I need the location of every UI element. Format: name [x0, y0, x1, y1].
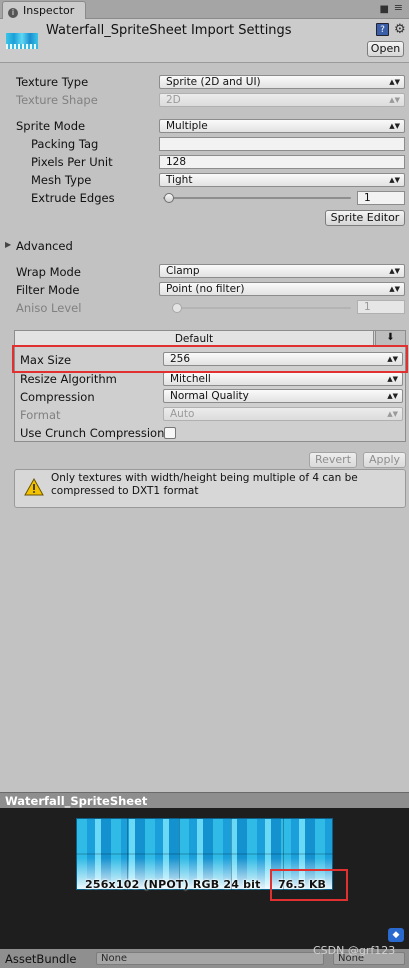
- sprite-mode-label: Sprite Mode: [16, 119, 86, 133]
- help-icon[interactable]: ?: [376, 23, 389, 36]
- menu-icon[interactable]: ≡: [394, 2, 403, 13]
- sprite-mode-value: Multiple: [166, 120, 208, 132]
- dropdown-arrow-icon: ▲▼: [387, 410, 398, 418]
- texture-thumbnail: [6, 33, 38, 49]
- sprite-mode-dropdown[interactable]: Multiple ▲▼: [159, 119, 405, 133]
- texture-shape-dropdown: 2D ▲▼: [159, 93, 405, 107]
- tag-icon[interactable]: ◆: [388, 928, 404, 942]
- wrap-mode-value: Clamp: [166, 265, 200, 277]
- format-dropdown: Auto ▲▼: [163, 407, 403, 421]
- warning-icon: [24, 478, 44, 496]
- dropdown-arrow-icon: ▲▼: [389, 285, 400, 293]
- dropdown-arrow-icon: ▲▼: [389, 176, 400, 184]
- use-crunch-checkbox[interactable]: [164, 427, 176, 439]
- advanced-foldout[interactable]: Advanced: [16, 239, 73, 253]
- aniso-level-field: 1: [357, 300, 405, 314]
- extrude-edges-slider-handle[interactable]: [164, 193, 174, 203]
- pixels-per-unit-label: Pixels Per Unit: [31, 155, 113, 169]
- extrude-edges-label: Extrude Edges: [31, 191, 115, 205]
- asset-bundle-name-value: None: [101, 953, 128, 964]
- download-icon[interactable]: ⬇: [375, 330, 406, 346]
- max-size-highlight: [12, 345, 408, 373]
- packing-tag-field[interactable]: [159, 137, 405, 151]
- texture-type-value: Sprite (2D and UI): [166, 76, 261, 88]
- aniso-level-label: Aniso Level: [16, 301, 82, 315]
- resize-algorithm-dropdown[interactable]: Mitchell ▲▼: [163, 372, 403, 386]
- resize-algorithm-label: Resize Algorithm: [20, 372, 117, 386]
- gear-icon[interactable]: ⚙: [394, 22, 406, 37]
- revert-button[interactable]: Revert: [309, 452, 357, 468]
- open-button[interactable]: Open: [367, 41, 404, 57]
- aniso-level-slider-handle: [172, 303, 182, 313]
- asset-bundle-name-dropdown[interactable]: None: [96, 952, 324, 965]
- compression-value: Normal Quality: [170, 390, 249, 402]
- info-icon: i: [8, 8, 18, 18]
- preview-title[interactable]: Waterfall_SpriteSheet: [0, 792, 409, 808]
- compression-dropdown[interactable]: Normal Quality ▲▼: [163, 389, 403, 403]
- texture-shape-label: Texture Shape: [16, 93, 98, 107]
- mesh-type-label: Mesh Type: [31, 173, 92, 187]
- wrap-mode-dropdown[interactable]: Clamp ▲▼: [159, 264, 405, 278]
- dropdown-arrow-icon: ▲▼: [387, 392, 398, 400]
- mesh-type-dropdown[interactable]: Tight ▲▼: [159, 173, 405, 187]
- dropdown-arrow-icon: ▲▼: [389, 96, 400, 104]
- inspector-tab-label: Inspector: [23, 4, 75, 17]
- apply-button[interactable]: Apply: [363, 452, 406, 468]
- dropdown-arrow-icon: ▲▼: [389, 267, 400, 275]
- format-value: Auto: [170, 408, 195, 420]
- preview-info-text: 256x102 (NPOT) RGB 24 bit: [85, 878, 261, 891]
- tab-default-platform[interactable]: Default: [14, 330, 374, 346]
- sprite-editor-button[interactable]: Sprite Editor: [325, 210, 405, 226]
- texture-shape-value: 2D: [166, 94, 181, 106]
- texture-type-label: Texture Type: [16, 75, 89, 89]
- dropdown-arrow-icon: ▲▼: [389, 78, 400, 86]
- asset-bundle-label: AssetBundle: [5, 952, 77, 966]
- extrude-edges-slider-track[interactable]: [163, 197, 351, 199]
- warning-text: Only textures with width/height being mu…: [51, 472, 358, 497]
- mesh-type-value: Tight: [166, 174, 193, 186]
- filter-mode-value: Point (no filter): [166, 283, 245, 295]
- inspector-tab[interactable]: i Inspector: [2, 1, 86, 19]
- file-size-highlight: [270, 869, 348, 901]
- pixels-per-unit-field[interactable]: 128: [159, 155, 405, 169]
- foldout-arrow-icon[interactable]: ▶: [5, 240, 11, 249]
- compression-label: Compression: [20, 390, 95, 404]
- extrude-edges-field[interactable]: 1: [357, 191, 405, 205]
- filter-mode-label: Filter Mode: [16, 283, 80, 297]
- format-label: Format: [20, 408, 61, 422]
- filter-mode-dropdown[interactable]: Point (no filter) ▲▼: [159, 282, 405, 296]
- aniso-level-slider-track: [173, 307, 351, 309]
- lock-icon[interactable]: ■: [380, 4, 389, 15]
- resize-algorithm-value: Mitchell: [170, 373, 211, 385]
- page-title: Waterfall_SpriteSheet Import Settings: [46, 23, 292, 38]
- texture-type-dropdown[interactable]: Sprite (2D and UI) ▲▼: [159, 75, 405, 89]
- packing-tag-label: Packing Tag: [31, 137, 99, 151]
- watermark-text: CSDN @grf123: [313, 944, 396, 957]
- wrap-mode-label: Wrap Mode: [16, 265, 81, 279]
- dropdown-arrow-icon: ▲▼: [389, 122, 400, 130]
- dropdown-arrow-icon: ▲▼: [387, 375, 398, 383]
- use-crunch-label: Use Crunch Compression: [20, 426, 165, 440]
